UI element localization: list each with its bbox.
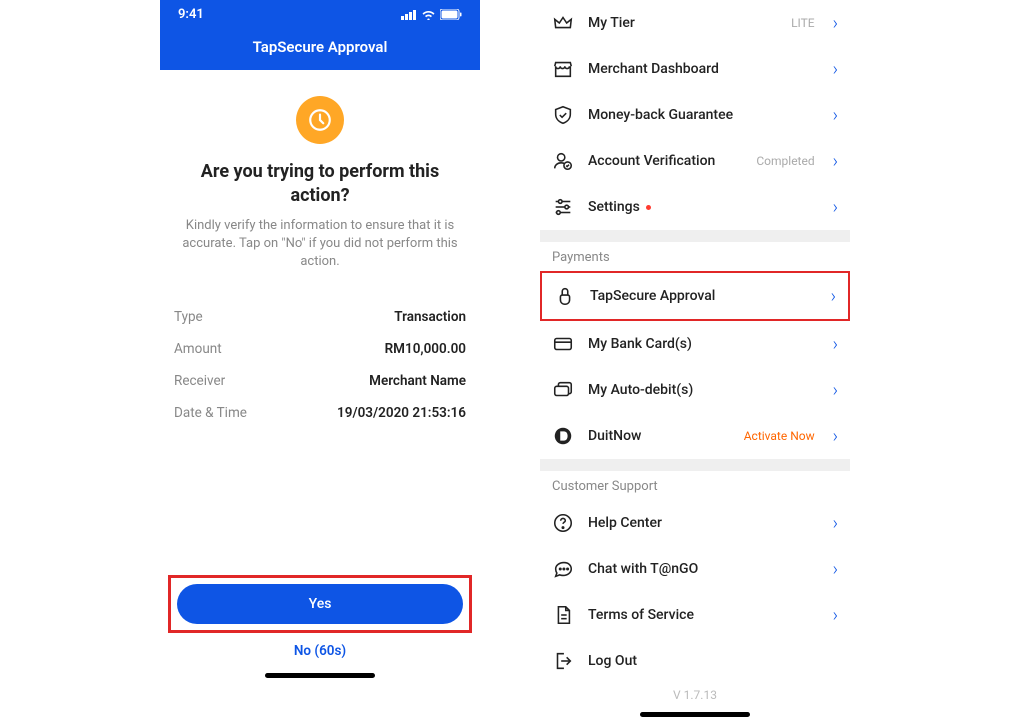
row-auto-debit[interactable]: My Auto-debit(s) › xyxy=(540,367,850,413)
yes-button[interactable]: Yes xyxy=(177,584,463,624)
chevron-right-icon: › xyxy=(833,334,838,355)
page-title: TapSecure Approval xyxy=(160,28,480,70)
crown-icon xyxy=(552,12,574,34)
section-payments: Payments xyxy=(540,242,850,271)
row-label: Log Out xyxy=(588,653,838,669)
transaction-details: Type Transaction Amount RM10,000.00 Rece… xyxy=(160,271,480,429)
chevron-right-icon: › xyxy=(833,380,838,401)
row-label: My Auto-debit(s) xyxy=(588,382,819,398)
row-money-back[interactable]: Money-back Guarantee › xyxy=(540,92,850,138)
user-check-icon xyxy=(552,150,574,172)
datetime-label: Date & Time xyxy=(174,405,247,421)
battery-icon xyxy=(440,9,462,20)
row-my-tier[interactable]: My Tier LITE › xyxy=(540,0,850,46)
type-label: Type xyxy=(174,309,203,325)
row-terms[interactable]: Terms of Service › xyxy=(540,592,850,638)
row-label: DuitNow xyxy=(588,428,730,444)
row-chat[interactable]: Chat with T@nGO › xyxy=(540,546,850,592)
signal-icon xyxy=(401,9,417,20)
section-support: Customer Support xyxy=(540,471,850,500)
card-icon xyxy=(552,333,574,355)
cards-icon xyxy=(552,379,574,401)
highlight-frame: Yes xyxy=(168,575,472,633)
row-logout[interactable]: Log Out xyxy=(540,638,850,684)
row-label: TapSecure Approval xyxy=(590,288,817,304)
duitnow-icon xyxy=(552,425,574,447)
chevron-right-icon: › xyxy=(833,13,838,34)
row-duitnow[interactable]: DuitNow Activate Now › xyxy=(540,413,850,459)
status-icons xyxy=(401,9,462,20)
row-label: Account Verification xyxy=(588,153,742,169)
receiver-label: Receiver xyxy=(174,373,225,389)
chevron-right-icon: › xyxy=(833,426,838,447)
shield-icon xyxy=(552,104,574,126)
wifi-icon xyxy=(421,9,436,20)
row-label: My Tier xyxy=(588,15,777,31)
chat-icon xyxy=(552,558,574,580)
store-icon xyxy=(552,58,574,80)
notification-dot xyxy=(646,205,651,210)
row-label: Help Center xyxy=(588,515,819,531)
chevron-right-icon: › xyxy=(833,59,838,80)
tap-icon xyxy=(554,285,576,307)
row-settings[interactable]: Settings › xyxy=(540,184,850,230)
clock-icon xyxy=(296,96,344,144)
approval-subtext: Kindly verify the information to ensure … xyxy=(160,209,480,272)
chevron-right-icon: › xyxy=(833,605,838,626)
chevron-right-icon: › xyxy=(833,559,838,580)
settings-screen: My Tier LITE › Merchant Dashboard › Mone… xyxy=(540,0,850,690)
row-help-center[interactable]: Help Center › xyxy=(540,500,850,546)
approval-screen: 9:41 TapSecure Approval Are you trying t… xyxy=(160,0,480,690)
tier-badge: LITE xyxy=(791,16,815,30)
document-icon xyxy=(552,604,574,626)
row-label: Money-back Guarantee xyxy=(588,107,819,123)
row-label: Chat with T@nGO xyxy=(588,561,819,577)
chevron-right-icon: › xyxy=(833,151,838,172)
row-tapsecure-approval[interactable]: TapSecure Approval › xyxy=(540,271,850,321)
chevron-right-icon: › xyxy=(833,513,838,534)
amount-label: Amount xyxy=(174,341,222,357)
chevron-right-icon: › xyxy=(833,105,838,126)
home-indicator[interactable] xyxy=(640,712,750,717)
home-indicator[interactable] xyxy=(265,673,375,678)
receiver-value: Merchant Name xyxy=(369,373,466,389)
no-button[interactable]: No (60s) xyxy=(168,643,472,659)
verification-status: Completed xyxy=(756,154,814,168)
activate-now-label: Activate Now xyxy=(744,429,815,443)
sliders-icon xyxy=(552,196,574,218)
datetime-value: 19/03/2020 21:53:16 xyxy=(337,405,466,421)
row-merchant-dashboard[interactable]: Merchant Dashboard › xyxy=(540,46,850,92)
logout-icon xyxy=(552,650,574,672)
chevron-right-icon: › xyxy=(831,286,836,307)
status-time: 9:41 xyxy=(178,7,204,22)
chevron-right-icon: › xyxy=(833,197,838,218)
amount-value: RM10,000.00 xyxy=(385,341,466,357)
row-bank-cards[interactable]: My Bank Card(s) › xyxy=(540,321,850,367)
help-icon xyxy=(552,512,574,534)
row-label: Settings xyxy=(588,199,819,215)
row-account-verification[interactable]: Account Verification Completed › xyxy=(540,138,850,184)
row-label: Terms of Service xyxy=(588,607,819,623)
status-bar: 9:41 xyxy=(160,0,480,28)
row-label: Merchant Dashboard xyxy=(588,61,819,77)
row-label: My Bank Card(s) xyxy=(588,336,819,352)
type-value: Transaction xyxy=(394,309,466,325)
approval-question: Are you trying to perform this action? xyxy=(160,160,480,209)
app-version: V 1.7.13 xyxy=(540,688,850,702)
